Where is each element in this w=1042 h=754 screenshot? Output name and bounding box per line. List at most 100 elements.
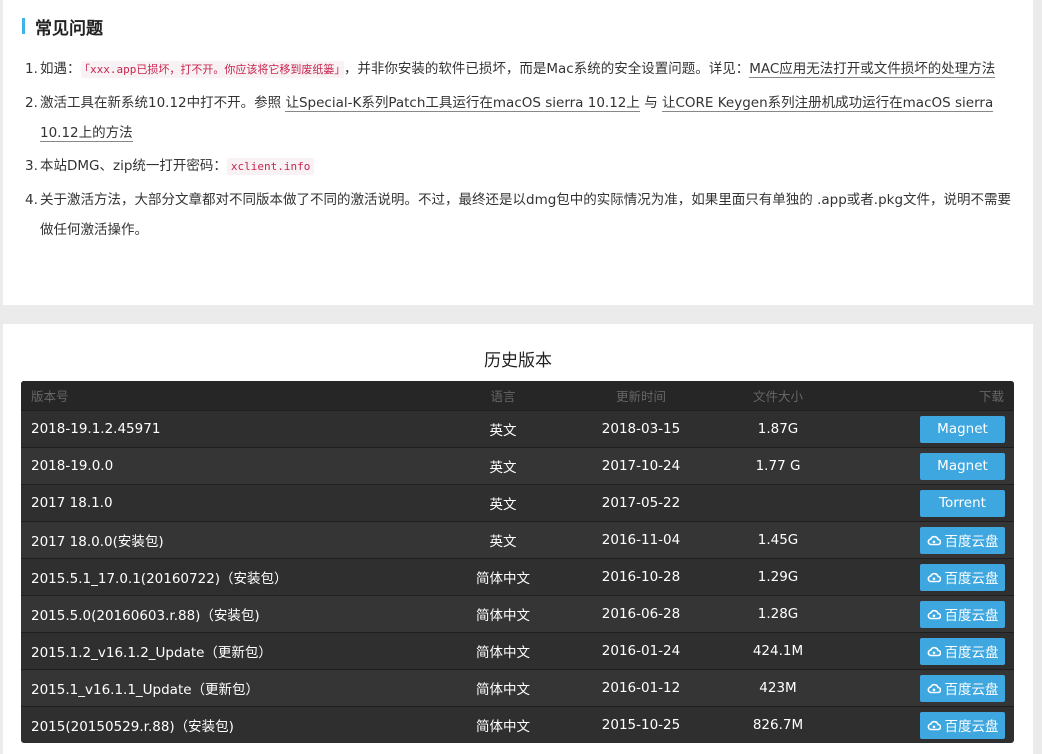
faq-item-text: 本站DMG、zip统一打开密码：	[40, 158, 227, 174]
size-cell: 1.29G	[757, 569, 799, 585]
table-row: 2018-19.0.0 英文 2017-10-24 1.77 G Magnet	[21, 447, 1014, 484]
faq-list: 1. 如遇： 「xxx.app已损坏，打不开。你应该将它移到废纸篓」 ，并非你安装的…	[25, 54, 1015, 248]
history-table: 版本号 语言 更新时间 文件大小 下载 2018-19.1.2.45971 英文 2…	[21, 381, 1014, 743]
date-cell: 2016-01-24	[601, 643, 681, 659]
header-language: 语言	[490, 389, 516, 404]
heading-accent-bar	[22, 18, 25, 34]
download-label: 百度云盘	[944, 608, 999, 624]
language-cell: 简体中文	[476, 682, 530, 698]
language-cell: 英文	[489, 423, 517, 439]
faq-item-number: 3.	[25, 158, 38, 174]
language-cell: 简体中文	[476, 645, 530, 661]
version-cell: 2017 18.1.0	[31, 495, 113, 511]
faq-card: 常见问题 1. 如遇： 「xxx.app已损坏，打不开。你应该将它移到废纸篓」 ，并…	[3, 0, 1033, 305]
table-row: 2017 18.0.0(安装包) 英文 2016-11-04 1.45G 百度云盘	[21, 521, 1014, 558]
faq-item-text: 与	[639, 95, 662, 111]
download-button[interactable]: Torrent	[920, 489, 1005, 517]
faq-item-number: 4.	[25, 192, 38, 208]
cloud-icon	[927, 572, 941, 583]
download-cell: 百度云盘	[920, 707, 1005, 743]
date-cell: 2017-10-24	[601, 458, 681, 474]
download-cell: Magnet	[920, 411, 1005, 447]
table-row: 2015.5.1_17.0.1(20160722)（安装包） 简体中文 2016-1…	[21, 558, 1014, 595]
version-cell: 2015.1_v16.1.1_Update（更新包）	[31, 682, 260, 698]
cloud-icon	[927, 646, 941, 657]
download-cell: Magnet	[920, 448, 1005, 484]
faq-item-text: ，并非你安装的软件已损坏，而是Mac系统的安全设置问题。详见：	[343, 61, 750, 77]
damaged-app-message: 「xxx.app已损坏，打不开。你应该将它移到废纸篓」	[80, 61, 344, 78]
special-k-patch-link[interactable]: 让Special-K系列Patch工具运行在macOS sierra 10.12…	[285, 95, 640, 112]
download-button[interactable]: 百度云盘	[920, 600, 1005, 628]
cloud-icon	[927, 535, 941, 546]
download-button[interactable]: Magnet	[920, 452, 1005, 480]
header-download: 下载	[978, 389, 1004, 404]
version-cell: 2015(20150529.r.88)（安装包)	[31, 719, 234, 735]
size-cell: 424.1M	[752, 643, 804, 659]
date-cell: 2016-06-28	[601, 606, 681, 622]
download-cell: 百度云盘	[920, 670, 1005, 706]
faq-item-4: 4. 关于激活方法，大部分文章都对不同版本做了不同的激活说明。不过，最终还是以d…	[25, 185, 1015, 245]
download-button[interactable]: 百度云盘	[920, 674, 1005, 702]
faq-item-3: 3. 本站DMG、zip统一打开密码： xclient.info	[25, 151, 1015, 182]
download-label: Magnet	[937, 458, 988, 474]
table-row: 2015.1.2_v16.1.2_Update（更新包） 简体中文 2016-01-…	[21, 632, 1014, 669]
download-cell: 百度云盘	[920, 633, 1005, 669]
date-cell: 2017-05-22	[601, 495, 681, 511]
header-size: 文件大小	[752, 389, 803, 404]
download-cell: 百度云盘	[920, 522, 1005, 558]
download-label: Magnet	[937, 421, 988, 437]
mac-app-damaged-link[interactable]: MAC应用无法打开或文件损坏的处理方法	[749, 61, 996, 78]
header-date: 更新时间	[615, 389, 666, 404]
version-cell: 2015.5.0(20160603.r.88)（安装包)	[31, 608, 260, 624]
faq-item-text: 如遇：	[40, 61, 81, 77]
download-button[interactable]: 百度云盘	[920, 563, 1005, 591]
cloud-icon	[927, 720, 941, 731]
cloud-icon	[927, 609, 941, 620]
archive-password: xclient.info	[226, 158, 315, 175]
language-cell: 英文	[489, 460, 517, 476]
faq-item-text: 关于激活方法，大部分文章都对不同版本做了不同的激活说明。不过，最终还是以dmg包…	[40, 192, 1012, 238]
history-card: 历史版本 版本号 语言 更新时间 文件大小 下载 2018-19.1.2.459…	[3, 324, 1033, 754]
table-row: 2015.1_v16.1.1_Update（更新包） 简体中文 2016-01-12…	[21, 669, 1014, 706]
language-cell: 简体中文	[476, 571, 530, 587]
download-cell: Torrent	[920, 485, 1005, 521]
faq-item-number: 2.	[25, 95, 38, 111]
faq-item-2: 2. 激活工具在新系统10.12中打不开。参照 让Special-K系列Patc…	[25, 88, 1015, 148]
cloud-icon	[927, 683, 941, 694]
date-cell: 2016-10-28	[601, 569, 681, 585]
table-row: 2015(20150529.r.88)（安装包) 简体中文 2015-10-25 82…	[21, 706, 1014, 743]
size-cell: 423M	[759, 680, 797, 696]
faq-heading: 常见问题	[22, 15, 103, 39]
faq-item-number: 1.	[25, 61, 38, 77]
date-cell: 2015-10-25	[601, 717, 681, 733]
table-row: 2017 18.1.0 英文 2017-05-22 Torrent	[21, 484, 1014, 521]
language-cell: 简体中文	[476, 719, 530, 735]
version-cell: 2015.5.1_17.0.1(20160722)（安装包）	[31, 571, 288, 587]
version-cell: 2015.1.2_v16.1.2_Update（更新包）	[31, 645, 272, 661]
download-button[interactable]: Magnet	[920, 415, 1005, 443]
download-label: 百度云盘	[944, 719, 999, 735]
language-cell: 简体中文	[476, 608, 530, 624]
download-cell: 百度云盘	[920, 596, 1005, 632]
download-button[interactable]: 百度云盘	[920, 711, 1005, 739]
faq-title: 常见问题	[35, 18, 103, 39]
faq-item-text: 激活工具在新系统10.12中打不开。参照	[40, 95, 282, 111]
download-label: 百度云盘	[944, 571, 999, 587]
download-button[interactable]: 百度云盘	[920, 637, 1005, 665]
table-row: 2018-19.1.2.45971 英文 2018-03-15 1.87G Magnet	[21, 410, 1014, 447]
date-cell: 2016-11-04	[601, 532, 681, 548]
date-cell: 2018-03-15	[601, 421, 681, 437]
language-cell: 英文	[489, 497, 517, 513]
version-cell: 2017 18.0.0(安装包)	[31, 534, 164, 550]
size-cell: 1.45G	[757, 532, 799, 548]
download-cell: 百度云盘	[920, 559, 1005, 595]
download-label: 百度云盘	[944, 682, 999, 698]
faq-item-1: 1. 如遇： 「xxx.app已损坏，打不开。你应该将它移到废纸篓」 ，并非你安装的…	[25, 54, 1015, 85]
table-row: 2015.5.0(20160603.r.88)（安装包) 简体中文 2016-06-…	[21, 595, 1014, 632]
language-cell: 英文	[489, 534, 517, 550]
size-cell: 1.87G	[757, 421, 799, 437]
history-title: 历史版本	[484, 351, 552, 371]
date-cell: 2016-01-12	[601, 680, 681, 696]
header-version: 版本号	[31, 389, 69, 404]
download-button[interactable]: 百度云盘	[920, 526, 1005, 554]
